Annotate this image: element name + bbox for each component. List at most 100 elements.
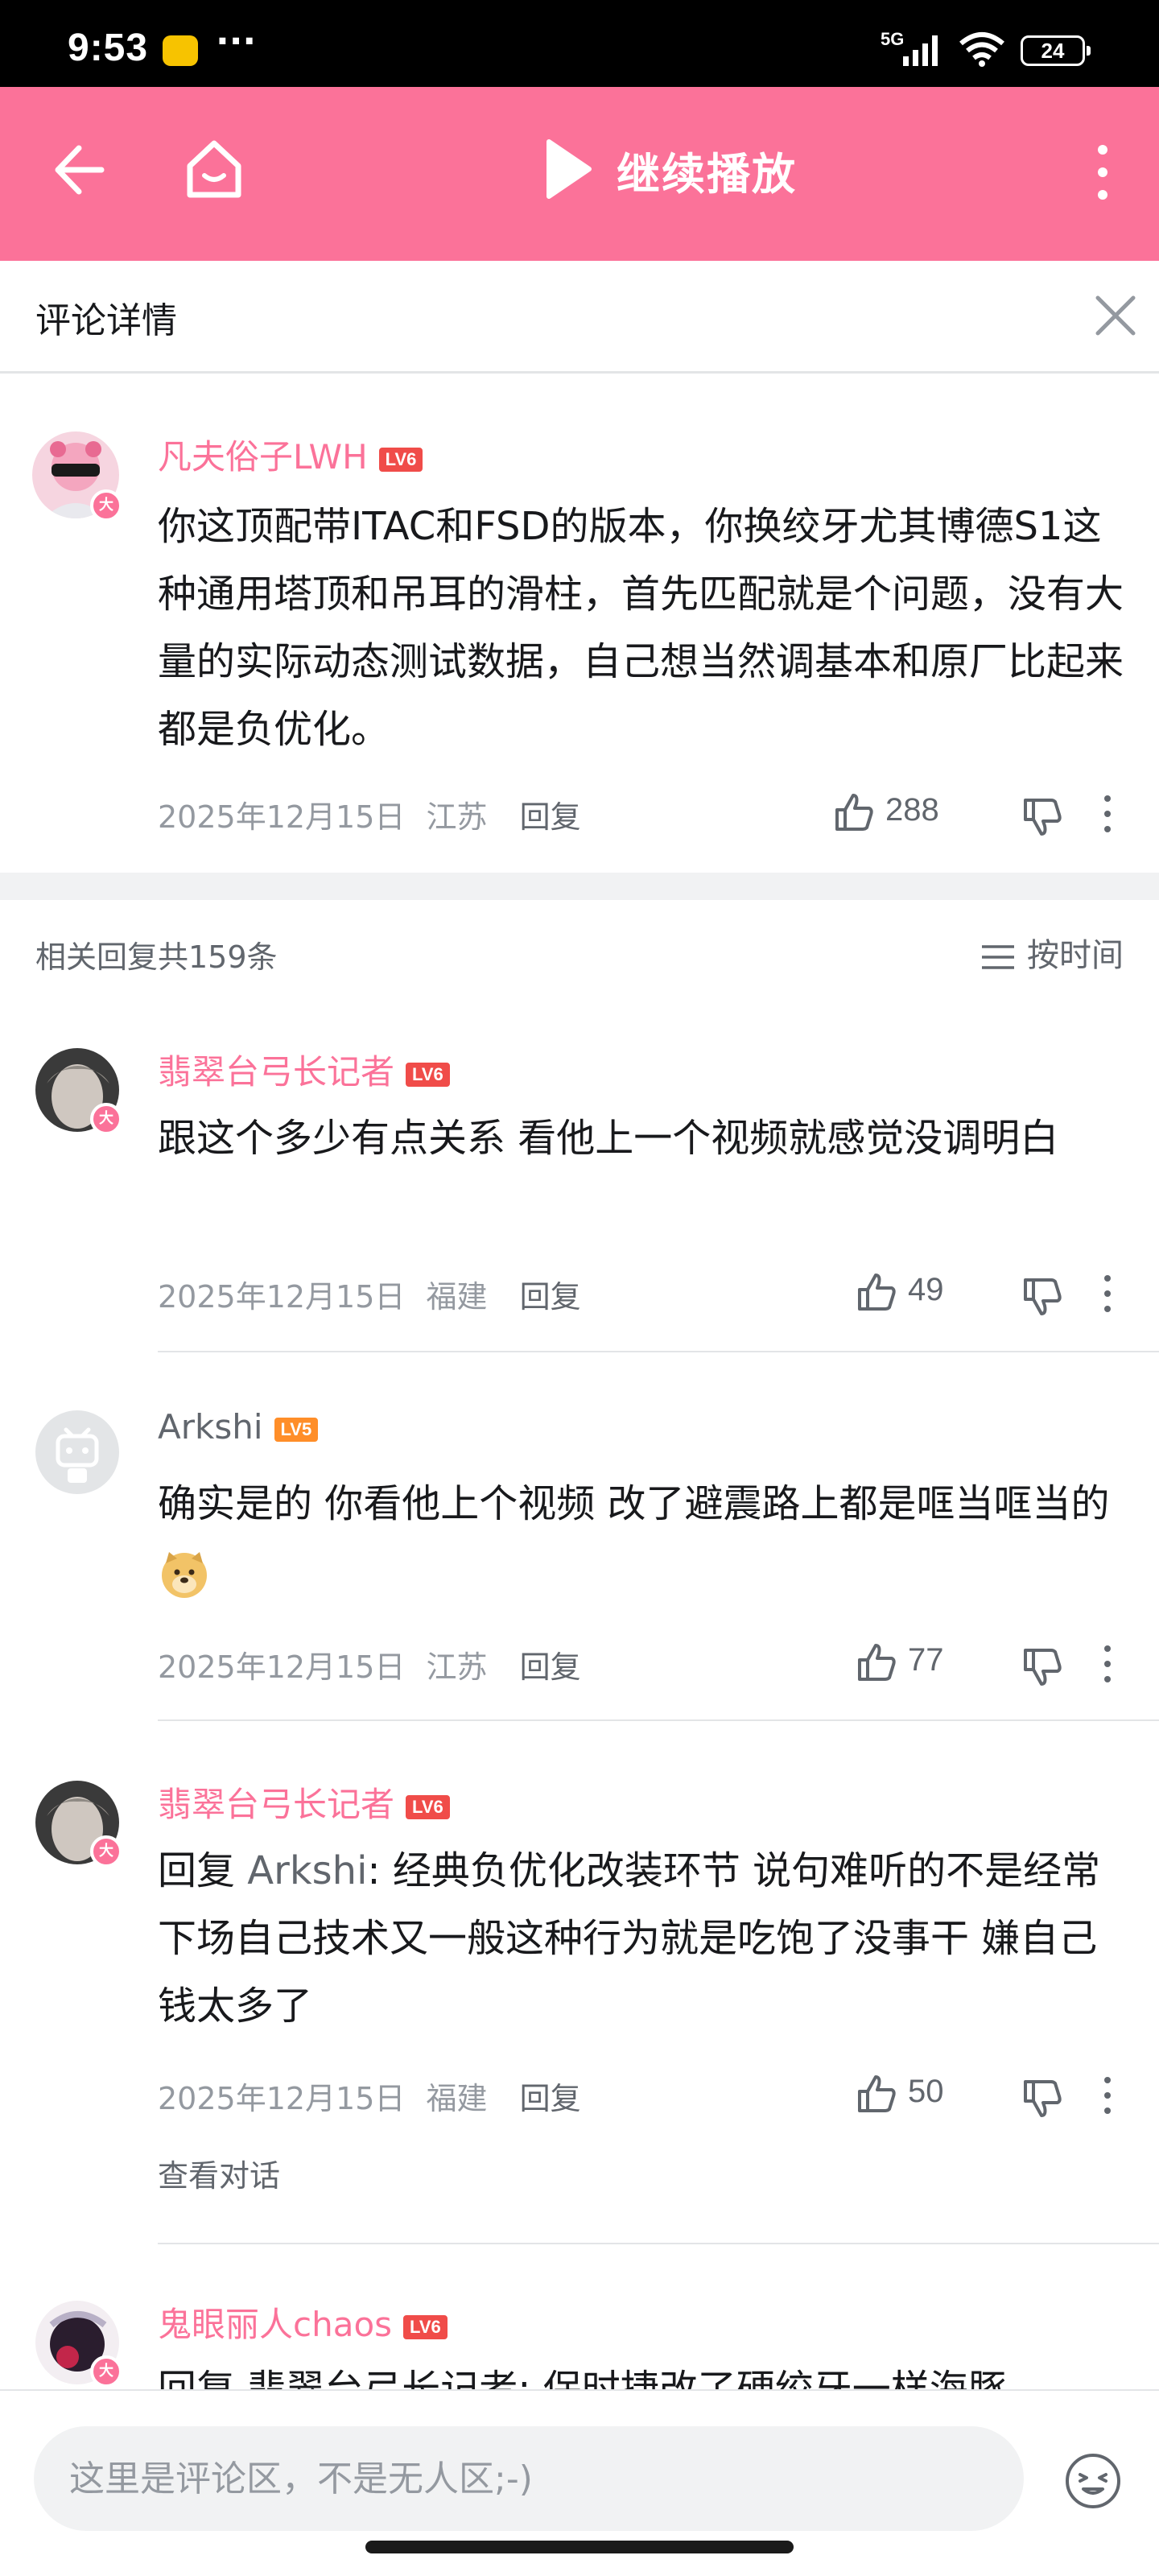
thumbs-down-icon[interactable] [1021,1645,1064,1689]
vip-badge: 大 [90,1835,122,1868]
comment-actions: 288 [821,789,1159,837]
vip-badge: 大 [90,2355,122,2388]
comment-meta: 2025年12月15日 江苏 回复 [158,792,581,836]
avatar[interactable]: 大 [32,431,122,522]
network-type: 5G [881,29,905,49]
username-text: Arkshi [158,1407,263,1447]
comment-location: 江苏 [426,799,488,835]
more-options-icon[interactable] [1099,1272,1116,1315]
reply-button[interactable]: 回复 [520,799,581,835]
back-arrow-icon[interactable] [52,142,105,198]
vip-badge: 大 [90,489,122,522]
comment-username[interactable]: 凡夫俗子LWH LV6 [158,430,423,479]
home-icon[interactable] [184,137,245,201]
reply-separator [158,1351,1159,1352]
reply-text: 回复 翡翠台弓长记者: 保时捷改了硬绞牙一样海豚 [158,2367,1007,2389]
top-bar: 继续播放 [0,87,1159,261]
reply-actions: 49 [821,1269,1159,1317]
reply-button[interactable]: 回复 [520,2081,581,2116]
username-text: 翡翠台弓长记者 [158,1052,395,1092]
reply-text: 确实是的 你看他上个视频 改了避震路上都是哐当哐当的 [158,1470,1124,1605]
status-bar: 9:53 ··· 5G 24 [0,0,1159,87]
thumbs-up-icon[interactable] [855,1270,898,1314]
doge-emoji-icon [162,1552,207,1598]
sort-label: 按时间 [1027,937,1124,974]
wifi-icon [959,32,1004,67]
reply-username[interactable]: 鬼眼丽人chaos LV6 [158,2297,448,2347]
reply-button[interactable]: 回复 [520,1649,581,1685]
username-text: 鬼眼丽人chaos [158,2305,393,2344]
thumbs-up-icon[interactable] [832,791,876,834]
status-more: ··· [216,21,257,62]
section-divider [0,873,1159,900]
reply-separator [158,1719,1159,1721]
reply-username[interactable]: 翡翠台弓长记者 LV6 [158,1777,450,1827]
avatar[interactable]: 大 [35,1781,122,1868]
continue-play-button[interactable]: 继续播放 [617,138,797,202]
reply-button[interactable]: 回复 [520,1279,581,1315]
reply-meta: 2025年12月15日 福建 回复 [158,1272,581,1316]
sort-list-icon [982,945,1014,969]
page-title: 评论详情 [35,300,177,341]
comment-date: 2025年12月15日 [158,799,406,835]
more-options-icon[interactable] [1099,792,1116,836]
status-time: 9:53 [68,27,149,69]
default-avatar-icon [35,1410,119,1494]
thumbs-up-icon[interactable] [855,1641,898,1684]
level-badge: LV6 [406,1794,450,1819]
more-options-icon[interactable] [1099,2074,1116,2117]
reply-date: 2025年12月15日 [158,1649,406,1685]
comment-text: 你这顶配带ITAC和FSD的版本，你换绞牙尤其博德S1这种通用塔顶和吊耳的滑柱，… [158,504,1124,752]
reply-separator [158,2243,1159,2244]
reply-meta: 2025年12月15日 福建 回复 [158,2074,581,2118]
replies-header: 相关回复共159条 按时间 [0,900,1159,1005]
emoji-icon[interactable] [1064,2452,1122,2510]
comment-input[interactable] [34,2426,1024,2531]
signal-icon [903,35,938,66]
reply-date: 2025年12月15日 [158,1279,406,1315]
username-text: 凡夫俗子LWH [158,437,368,477]
thumbs-down-icon[interactable] [1021,2077,1064,2120]
more-options-icon[interactable] [1099,1642,1116,1686]
level-badge: LV6 [378,447,423,472]
thumbs-down-icon[interactable] [1021,795,1064,839]
battery-indicator: 24 [1021,35,1091,66]
play-icon[interactable] [544,137,592,201]
comment-composer [0,2389,1159,2576]
level-badge: LV5 [274,1417,319,1442]
username-text: 翡翠台弓长记者 [158,1785,395,1824]
view-conversation-link[interactable]: 查看对话 [158,2151,280,2195]
more-vertical-icon[interactable] [1087,140,1119,204]
reply-date: 2025年12月15日 [158,2081,406,2116]
close-icon[interactable] [1091,291,1140,340]
reply-actions: 50 [821,2070,1159,2119]
reply-text-content: 确实是的 你看他上个视频 改了避震路上都是哐当哐当的 [158,1481,1110,1526]
level-badge: LV6 [406,1062,450,1087]
reply-actions: 77 [821,1639,1159,1687]
reply-count: 相关回复共159条 [35,939,278,975]
avatar[interactable]: 大 [35,2301,122,2388]
app-notification-icon [163,35,198,66]
reply-location: 江苏 [426,1649,488,1685]
thumbs-down-icon[interactable] [1021,1275,1064,1319]
vip-badge: 大 [90,1103,122,1135]
like-count: 77 [908,1642,944,1678]
reply-username[interactable]: Arkshi LV5 [158,1407,319,1447]
avatar[interactable] [35,1410,119,1494]
reply-location: 福建 [426,1279,488,1315]
like-count: 49 [908,1272,944,1307]
comment-detail-header: 评论详情 [0,261,1159,374]
mention-link[interactable]: Arkshi [247,1848,367,1893]
like-count: 50 [908,2074,944,2109]
like-count: 288 [885,792,939,828]
reply-text: 回复 Arkshi: 经典负优化改装环节 说句难听的不是经常下场自己技术又一般这… [158,1837,1124,2040]
thumbs-up-icon[interactable] [855,2072,898,2116]
reply-location: 福建 [426,2081,488,2116]
reply-username[interactable]: 翡翠台弓长记者 LV6 [158,1045,450,1094]
level-badge: LV6 [403,2314,448,2339]
reply-meta: 2025年12月15日 江苏 回复 [158,1642,581,1686]
reply-text: 跟这个多少有点关系 看他上一个视频就感觉没调明白 [158,1116,1059,1161]
home-indicator [365,2541,794,2553]
sort-by-time-button[interactable]: 按时间 [980,929,1124,976]
avatar[interactable]: 大 [35,1048,122,1135]
